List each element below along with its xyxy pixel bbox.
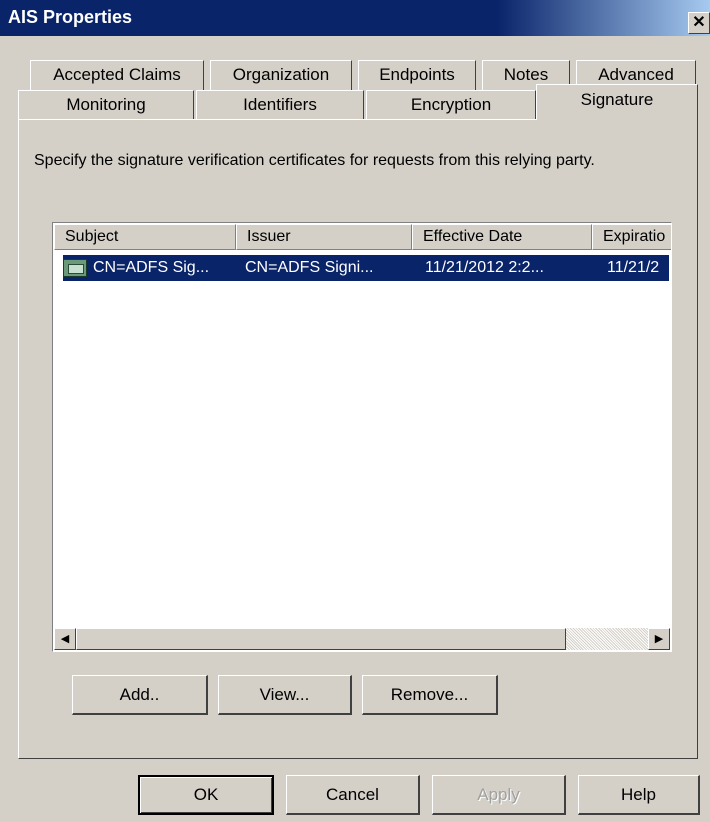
apply-button: Apply [432,775,566,815]
arrow-right-icon: ▶ [654,633,664,645]
cell-effective-date: 11/21/2012 2:2... [425,259,544,276]
certificate-icon [63,259,87,277]
window-title: AIS Properties [8,7,133,27]
column-issuer[interactable]: Issuer [236,224,412,250]
cell-expiration: 11/21/2 [607,259,660,276]
scroll-thumb[interactable] [76,628,566,650]
scroll-right-button[interactable]: ▶ [648,628,670,650]
view-button[interactable]: View... [218,675,352,715]
tab-signature[interactable]: Signature [536,84,698,120]
properties-dialog: AIS Properties ✕ Accepted Claims Organiz… [0,0,710,822]
tab-accepted-claims[interactable]: Accepted Claims [30,60,204,90]
list-header: Subject Issuer Effective Date Expiratio [54,224,671,250]
tab-encryption[interactable]: Encryption [366,90,536,120]
certificate-list[interactable]: Subject Issuer Effective Date Expiratio … [52,222,672,652]
column-effective-date[interactable]: Effective Date [412,224,592,250]
tab-identifiers[interactable]: Identifiers [196,90,364,120]
add-button[interactable]: Add.. [72,675,208,715]
signature-description: Specify the signature verification certi… [34,152,595,169]
tab-monitoring[interactable]: Monitoring [18,90,194,120]
close-button[interactable]: ✕ [688,12,710,34]
table-row[interactable]: CN=ADFS Sig... CN=ADFS Signi... 11/21/20… [63,255,669,281]
cell-subject: CN=ADFS Sig... [93,259,210,276]
horizontal-scrollbar[interactable]: ◀ ▶ [54,628,670,650]
cancel-button[interactable]: Cancel [286,775,420,815]
title-bar[interactable]: AIS Properties ✕ [0,0,710,36]
ok-button[interactable]: OK [138,775,274,815]
remove-button[interactable]: Remove... [362,675,498,715]
close-icon: ✕ [692,14,706,31]
arrow-left-icon: ◀ [60,633,70,645]
cell-issuer: CN=ADFS Signi... [245,259,374,276]
column-expiration[interactable]: Expiratio [592,224,671,250]
tab-organization[interactable]: Organization [210,60,352,90]
scroll-left-button[interactable]: ◀ [54,628,76,650]
help-button[interactable]: Help [578,775,700,815]
tab-endpoints[interactable]: Endpoints [358,60,476,90]
column-subject[interactable]: Subject [54,224,236,250]
